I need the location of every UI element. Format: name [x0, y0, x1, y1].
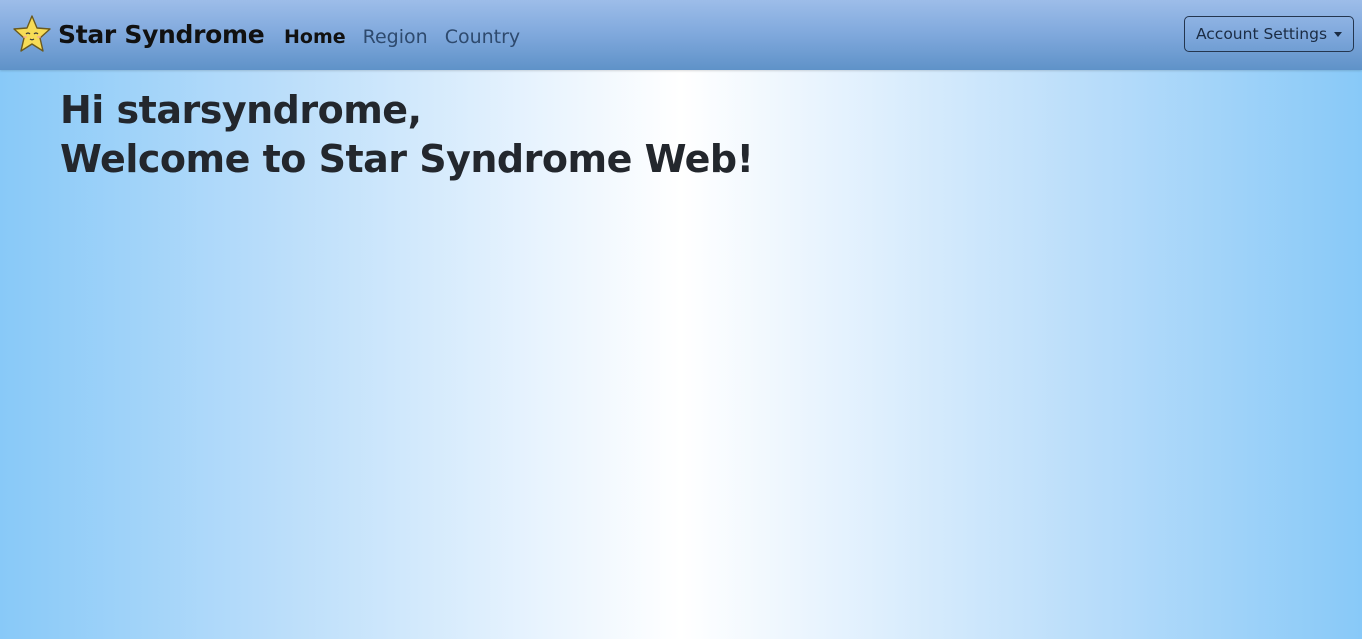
account-settings-label: Account Settings: [1195, 25, 1328, 43]
account-settings-button[interactable]: Account Settings: [1184, 16, 1354, 52]
nav-link-region[interactable]: Region: [363, 26, 428, 48]
brand-link[interactable]: Star Syndrome: [12, 14, 265, 54]
brand-name: Star Syndrome: [58, 19, 265, 49]
welcome-text: Welcome to Star Syndrome Web!: [60, 137, 754, 181]
welcome-heading: Hi starsyndrome, Welcome to Star Syndrom…: [60, 86, 754, 184]
nav-links: Home Region Country: [284, 26, 537, 48]
top-navbar: Star Syndrome Home Region Country Accoun…: [0, 0, 1362, 70]
greeting-text: Hi starsyndrome,: [60, 88, 422, 132]
nav-link-home[interactable]: Home: [284, 26, 346, 48]
caret-down-icon: [1334, 31, 1343, 37]
star-mascot-icon: [12, 14, 52, 54]
nav-link-country[interactable]: Country: [445, 26, 520, 48]
